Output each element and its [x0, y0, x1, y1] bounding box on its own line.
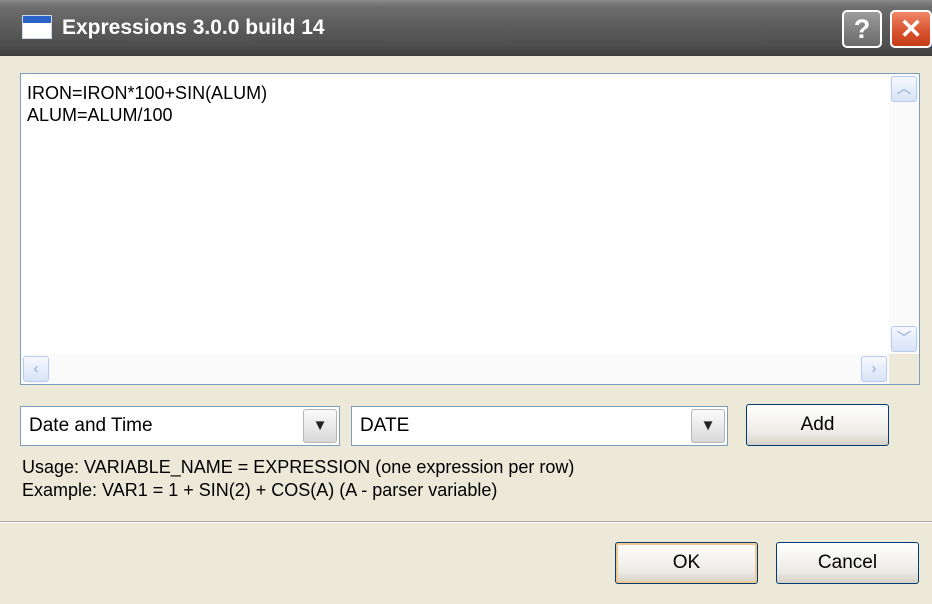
function-dropdown-value: DATE: [360, 415, 410, 436]
cancel-button[interactable]: Cancel: [776, 542, 919, 584]
horizontal-scrollbar[interactable]: ‹ ›: [21, 354, 889, 384]
divider: [0, 521, 932, 523]
usage-help-text: Usage: VARIABLE_NAME = EXPRESSION (one e…: [22, 456, 574, 502]
category-dropdown[interactable]: Date and Time ▼: [20, 406, 340, 446]
ok-button[interactable]: OK: [615, 542, 758, 584]
vertical-scrollbar[interactable]: ︿ ﹀: [889, 74, 919, 354]
editor-line-1: IRON=IRON*100+SIN(ALUM): [27, 83, 268, 103]
category-dropdown-value: Date and Time: [29, 415, 153, 436]
chevron-down-icon[interactable]: ▼: [691, 409, 725, 443]
window-icon: [22, 15, 52, 39]
example-line: Example: VAR1 = 1 + SIN(2) + COS(A) (A -…: [22, 480, 498, 500]
chevron-down-icon[interactable]: ▼: [303, 409, 337, 443]
editor-line-2: ALUM=ALUM/100: [27, 105, 173, 125]
expressions-editor[interactable]: IRON=IRON*100+SIN(ALUM) ALUM=ALUM/100 ︿ ﹀…: [20, 73, 920, 385]
title-bar[interactable]: Expressions 3.0.0 build 14 ? ✕: [0, 0, 932, 56]
scroll-down-icon[interactable]: ﹀: [891, 326, 917, 352]
function-dropdown[interactable]: DATE ▼: [351, 406, 728, 446]
scroll-left-icon[interactable]: ‹: [23, 356, 49, 382]
window-title: Expressions 3.0.0 build 14: [62, 16, 325, 39]
usage-line: Usage: VARIABLE_NAME = EXPRESSION (one e…: [22, 457, 575, 477]
scroll-up-icon[interactable]: ︿: [891, 76, 917, 102]
scroll-right-icon[interactable]: ›: [861, 356, 887, 382]
expressions-dialog: Expressions 3.0.0 build 14 ? ✕ IRON=IRON…: [0, 0, 932, 604]
help-button[interactable]: ?: [842, 10, 882, 48]
close-button[interactable]: ✕: [890, 10, 932, 48]
scrollbar-corner: [889, 354, 919, 384]
add-button[interactable]: Add: [746, 404, 889, 446]
editor-content[interactable]: IRON=IRON*100+SIN(ALUM) ALUM=ALUM/100: [27, 82, 267, 126]
